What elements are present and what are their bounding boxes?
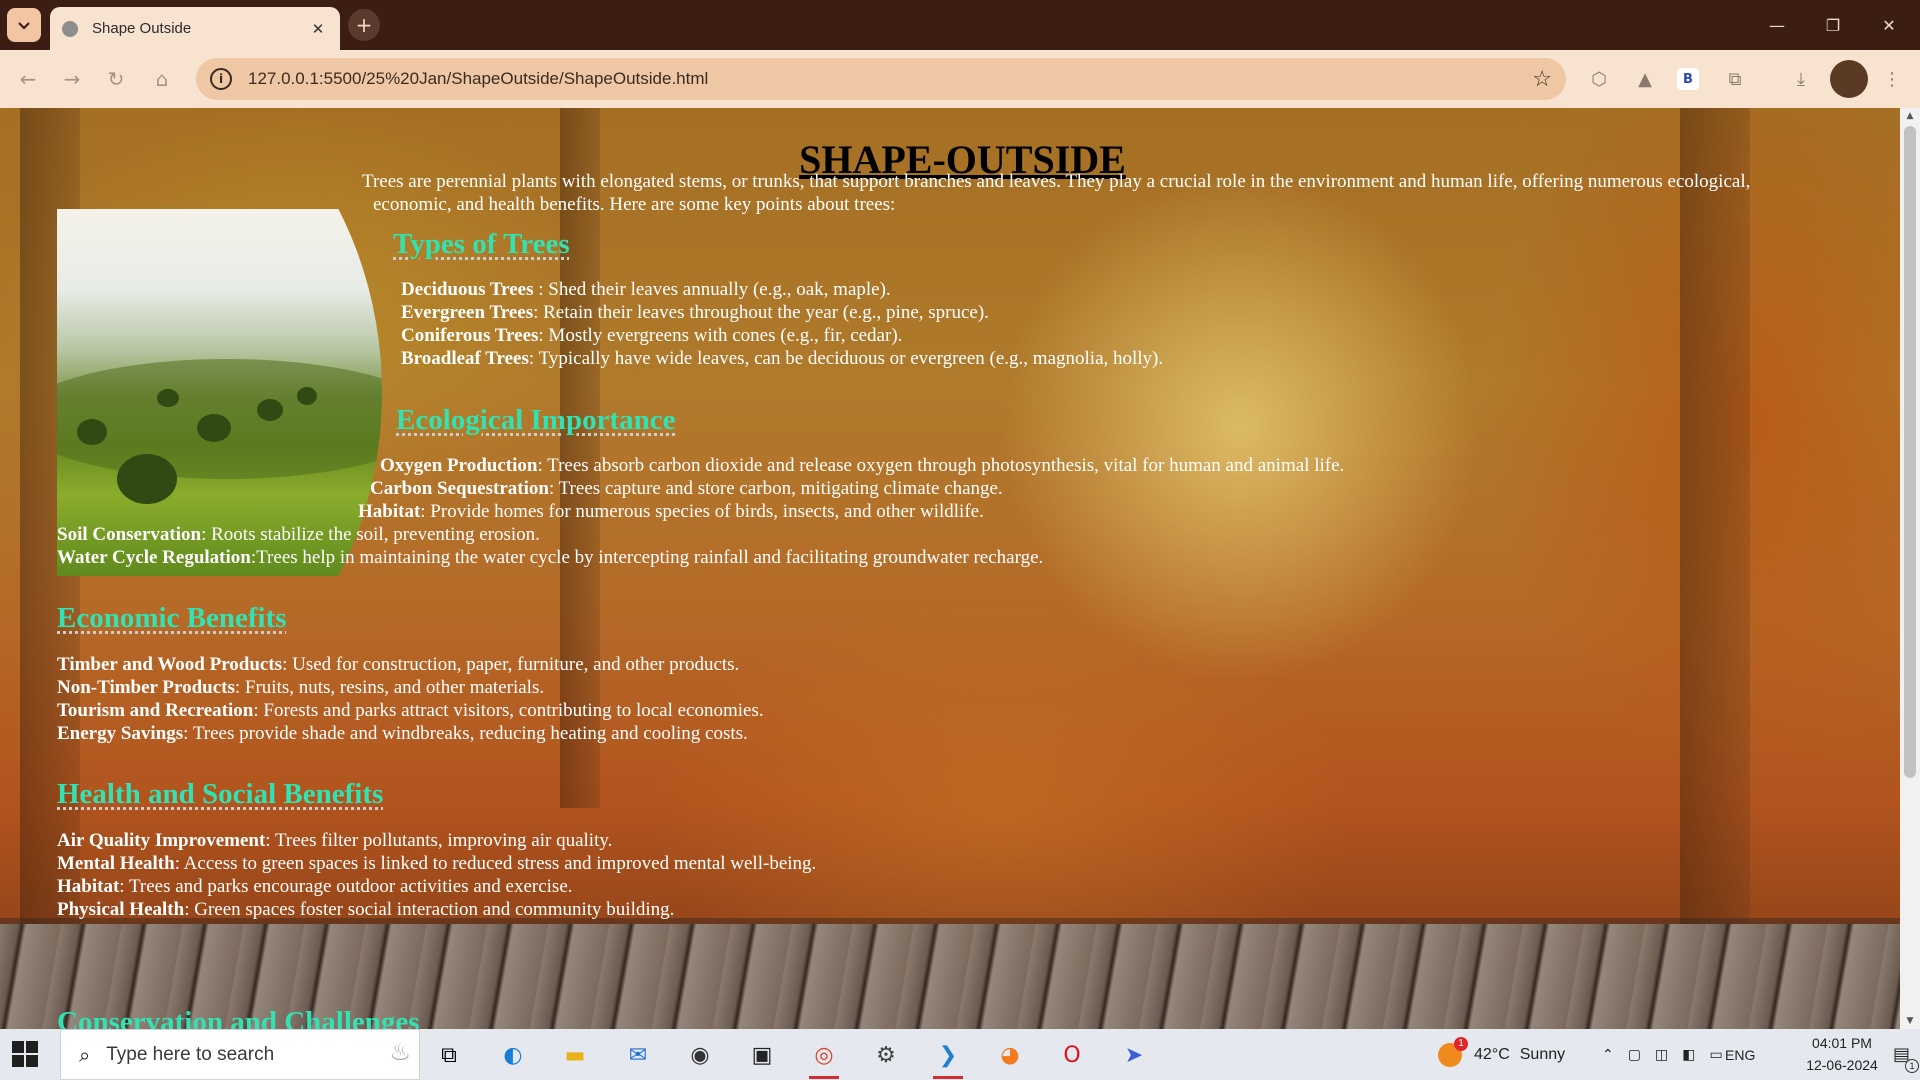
browser-toolbar: ← → ↻ ⌂ i 127.0.0.1:5500/25%20Jan/ShapeO… <box>0 50 1920 108</box>
weather-badge: 1 <box>1454 1036 1468 1051</box>
tree <box>297 387 317 405</box>
site-info-icon[interactable]: i <box>210 68 232 90</box>
more-menu-icon[interactable]: ⋮ <box>1878 65 1906 93</box>
tree <box>157 389 179 407</box>
close-tab-icon[interactable]: ✕ <box>308 20 328 38</box>
extension-icon[interactable]: ▲ <box>1631 65 1659 93</box>
notification-icon[interactable]: ▤ 1 <box>1893 1029 1919 1080</box>
list-item: Tourism and Recreation: Forests and park… <box>57 700 764 721</box>
list-item: Energy Savings: Trees provide shade and … <box>57 723 748 744</box>
bookmark-star-icon[interactable]: ☆ <box>1532 67 1552 92</box>
taskbar: ⌕ Type here to search ♨ ⧉ ◐ ▬ ✉ ◉ ▣ ◎ ⚙ … <box>0 1029 1920 1080</box>
scroll-up-icon[interactable]: ▲ <box>1900 108 1920 124</box>
vertical-scrollbar[interactable]: ▲ ▼ <box>1900 108 1920 1029</box>
avatar[interactable] <box>1830 60 1868 98</box>
background-tree <box>1680 108 1750 928</box>
tab-title: Shape Outside <box>92 20 192 37</box>
meet-now-icon[interactable]: ▢ <box>1628 1047 1641 1063</box>
page-viewport: SHAPE-OUTSIDE Trees are perennial plants… <box>0 108 1900 1029</box>
restore-button[interactable]: ❐ <box>1810 8 1856 42</box>
list-item: Carbon Sequestration: Trees capture and … <box>370 478 1003 499</box>
weather-temp: 42°C <box>1474 1045 1510 1063</box>
chef-hat-icon: ♨ <box>389 1038 411 1066</box>
globe-icon <box>62 20 78 37</box>
extension-b-icon[interactable]: B <box>1677 68 1699 90</box>
search-placeholder: Type here to search <box>106 1043 275 1065</box>
puzzle-extensions-icon[interactable]: ⧉ <box>1721 65 1749 93</box>
scrollbar-thumb[interactable] <box>1904 126 1916 778</box>
weather-widget[interactable]: 1 42°C Sunny <box>1438 1029 1565 1080</box>
list-item: Habitat: Trees and parks encourage outdo… <box>57 876 573 897</box>
speaker-icon[interactable]: ◧ <box>1682 1047 1695 1063</box>
taskbar-search[interactable]: ⌕ Type here to search ♨ <box>60 1029 420 1080</box>
system-tray: ⌃ ▢ ◫ ◧ ▭ <box>1602 1029 1723 1080</box>
forward-icon[interactable]: → <box>56 63 88 95</box>
scroll-down-icon[interactable]: ▼ <box>1900 1013 1920 1029</box>
edge-icon[interactable]: ◐ <box>492 1036 534 1074</box>
section-title-health: Health and Social Benefits <box>57 778 384 810</box>
list-item: Timber and Wood Products: Used for const… <box>57 654 740 675</box>
list-item: Broadleaf Trees: Typically have wide lea… <box>401 348 1164 369</box>
minimize-button[interactable]: — <box>1754 8 1800 42</box>
new-tab-button[interactable]: + <box>348 9 380 41</box>
home-icon[interactable]: ⌂ <box>146 63 178 95</box>
clock-time: 04:01 PM <box>1812 1035 1872 1051</box>
list-item: Mental Health: Access to green spaces is… <box>57 853 817 874</box>
list-item: Coniferous Trees: Mostly evergreens with… <box>401 325 903 346</box>
language-indicator[interactable]: ENG <box>1725 1029 1755 1080</box>
file-explorer-icon[interactable]: ▬ <box>554 1036 596 1074</box>
reload-icon[interactable]: ↻ <box>100 63 132 95</box>
clock-date: 12-06-2024 <box>1806 1057 1878 1073</box>
list-item: Oxygen Production: Trees absorb carbon d… <box>380 455 1345 476</box>
list-item: Habitat: Provide homes for numerous spec… <box>358 501 984 522</box>
active-tab[interactable]: Shape Outside ✕ <box>50 7 340 50</box>
send-app-icon[interactable]: ➤ <box>1113 1036 1155 1074</box>
terminal-icon[interactable]: ▣ <box>741 1036 783 1074</box>
chrome-icon[interactable]: ◎ <box>803 1036 845 1079</box>
section-title-economic: Economic Benefits <box>57 602 287 634</box>
tab-search-button[interactable] <box>7 8 41 42</box>
tree <box>197 414 231 442</box>
task-view-icon[interactable]: ⧉ <box>428 1036 470 1074</box>
search-icon: ⌕ <box>79 1042 91 1067</box>
weather-text: Sunny <box>1519 1045 1566 1063</box>
chevron-up-icon[interactable]: ⌃ <box>1602 1047 1614 1063</box>
list-item: Air Quality Improvement: Trees filter po… <box>57 830 613 851</box>
chevron-down-icon <box>18 22 30 30</box>
tree <box>77 419 107 445</box>
list-item: Soil Conservation: Roots stabilize the s… <box>57 524 540 545</box>
windows-start-icon[interactable] <box>12 1041 40 1069</box>
list-item: Physical Health: Green spaces foster soc… <box>57 899 675 920</box>
address-bar[interactable]: i 127.0.0.1:5500/25%20Jan/ShapeOutside/S… <box>196 58 1566 100</box>
extension-icon[interactable]: ⬡ <box>1585 65 1613 93</box>
list-item: Non-Timber Products: Fruits, nuts, resin… <box>57 677 545 698</box>
weather-sun-icon: 1 <box>1438 1036 1468 1067</box>
battery-icon[interactable]: ▭ <box>1709 1047 1722 1063</box>
obs-icon[interactable]: ◉ <box>679 1036 721 1074</box>
firefox-icon[interactable]: ◕ <box>989 1036 1031 1074</box>
vscode-icon[interactable]: ❯ <box>927 1036 969 1079</box>
section-title-ecological: Ecological Importance <box>396 404 676 436</box>
notification-count: 1 <box>1905 1059 1919 1073</box>
intro-paragraph-continued: economic, and health benefits. Here are … <box>373 194 896 215</box>
mail-icon[interactable]: ✉ <box>617 1036 659 1074</box>
network-icon[interactable]: ◫ <box>1655 1047 1668 1063</box>
orchard-image <box>57 209 382 576</box>
download-icon[interactable]: ⤓ <box>1787 65 1815 93</box>
section-title-types: Types of Trees <box>393 228 570 260</box>
opera-icon[interactable]: O <box>1051 1036 1093 1074</box>
close-window-button[interactable]: ✕ <box>1866 8 1912 42</box>
tree <box>117 454 177 504</box>
settings-icon[interactable]: ⚙ <box>865 1036 907 1074</box>
section-title-conservation: Conservation and Challenges <box>57 1006 420 1029</box>
clock[interactable]: 04:01 PM 12-06-2024 <box>1802 1032 1882 1076</box>
list-item: Evergreen Trees: Retain their leaves thr… <box>401 302 989 323</box>
list-item: Water Cycle Regulation:Trees help in mai… <box>57 547 1044 568</box>
list-item: Deciduous Trees : Shed their leaves annu… <box>401 279 891 300</box>
url-text[interactable]: 127.0.0.1:5500/25%20Jan/ShapeOutside/Sha… <box>248 69 1532 89</box>
back-icon[interactable]: ← <box>12 63 44 95</box>
tree <box>257 399 283 421</box>
intro-paragraph: Trees are perennial plants with elongate… <box>362 171 1751 192</box>
tab-strip: Shape Outside ✕ + — ❐ ✕ <box>0 0 1920 50</box>
